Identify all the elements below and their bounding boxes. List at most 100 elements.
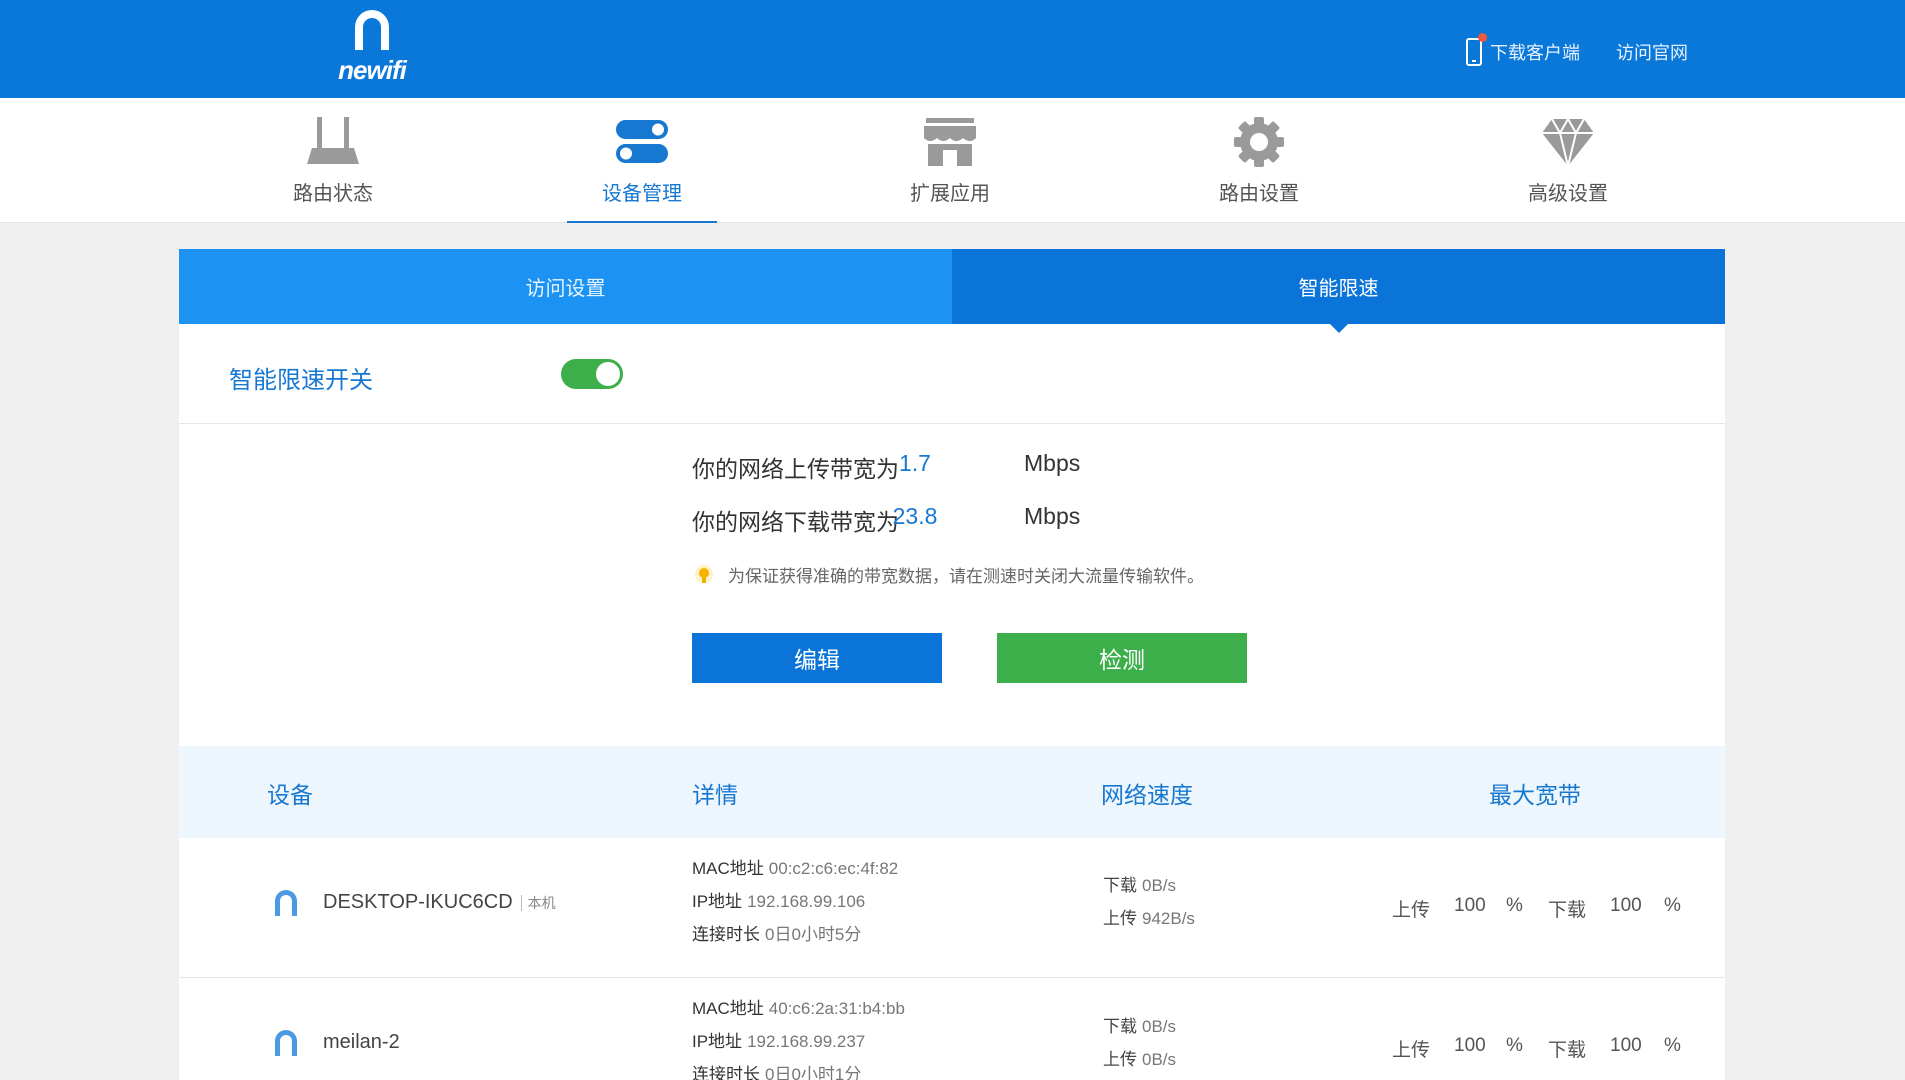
- limit-upload-value[interactable]: 100: [1454, 1035, 1506, 1062]
- download-bandwidth-unit: Mbps: [1024, 503, 1081, 529]
- column-header-details: 详情: [692, 782, 738, 808]
- upload-speed-line: 上传 942B/s: [1103, 902, 1195, 935]
- limit-download-percent: %: [1664, 1035, 1681, 1056]
- bandwidth-section: 你的网络上传带宽为 1.7 Mbps 你的网络下载带宽为 23.8 Mbps 为…: [179, 424, 1725, 746]
- download-bandwidth-value: 23.8: [892, 503, 938, 529]
- gear-icon: [1234, 117, 1284, 167]
- active-underline: [567, 221, 717, 223]
- limit-download-value[interactable]: 100: [1610, 1035, 1664, 1062]
- limit-upload-percent: %: [1506, 895, 1523, 916]
- logo-arch-icon: [355, 10, 389, 50]
- nav-router-settings[interactable]: 路由设置: [1184, 98, 1334, 223]
- nav-label: 路由设置: [1219, 183, 1299, 205]
- edit-button[interactable]: 编辑: [692, 633, 942, 683]
- download-speed-value: 0B/s: [1142, 1017, 1177, 1036]
- table-row: meilan-2 MAC地址 40:c6:2a:31:b4:bb IP地址 192.…: [179, 978, 1725, 1080]
- upload-speed-line: 上传 0B/s: [1103, 1043, 1176, 1076]
- ip-label: IP地址: [692, 892, 743, 911]
- mac-label: MAC地址: [692, 859, 764, 878]
- content-panel: 访问设置 智能限速 智能限速开关 你的网络上传带宽为 1.7 Mbps 你的网络…: [179, 249, 1725, 1080]
- ip-label: IP地址: [692, 1032, 743, 1051]
- tab-label: 智能限速: [1298, 278, 1379, 300]
- connect-time-value: 0日0小时5分: [765, 925, 862, 944]
- upload-speed-label: 上传: [1103, 1050, 1137, 1069]
- mac-value: 00:c2:c6:ec:4f:82: [768, 859, 899, 878]
- test-button[interactable]: 检测: [997, 633, 1247, 683]
- logo-text: newifi: [338, 55, 407, 85]
- nav-advanced-settings[interactable]: 高级设置: [1493, 98, 1643, 223]
- max-bandwidth-limits: 上传 100 % 下载 100 %: [1392, 1035, 1681, 1062]
- local-device-tag: 本机: [520, 895, 556, 911]
- smart-limit-switch-row: 智能限速开关: [179, 324, 1725, 424]
- smart-limit-switch-label: 智能限速开关: [229, 367, 373, 394]
- column-header-speed: 网络速度: [1101, 782, 1193, 808]
- connect-time-value: 0日0小时1分: [765, 1065, 862, 1080]
- diamond-icon: [1542, 116, 1594, 167]
- devices-toggle-icon: [616, 120, 668, 163]
- download-bandwidth-label: 你的网络下载带宽为: [692, 509, 899, 535]
- limit-upload-value[interactable]: 100: [1454, 895, 1506, 922]
- limit-download-label: 下载: [1548, 1040, 1587, 1061]
- table-row: DESKTOP-IKUC6CD 本机 MAC地址 00:c2:c6:ec:4f:82…: [179, 838, 1725, 978]
- download-speed-line: 下载 0B/s: [1103, 869, 1195, 902]
- nav-label: 设备管理: [602, 183, 682, 205]
- download-client-link[interactable]: 下载客户端: [1466, 33, 1580, 66]
- upload-bandwidth-label: 你的网络上传带宽为: [692, 456, 899, 482]
- smart-limit-toggle[interactable]: [561, 359, 623, 389]
- router-icon: [307, 117, 359, 164]
- network-speed: 下载 0B/s 上传 0B/s: [1103, 1010, 1176, 1076]
- limit-download-label: 下载: [1548, 900, 1587, 921]
- tab-label: 访问设置: [525, 278, 606, 300]
- connect-time-line: 连接时长 0日0小时1分: [692, 1058, 905, 1080]
- mac-line: MAC地址 00:c2:c6:ec:4f:82: [692, 852, 898, 885]
- column-header-device: 设备: [267, 782, 313, 808]
- upload-speed-value: 0B/s: [1142, 1050, 1177, 1069]
- tab-access-settings[interactable]: 访问设置: [179, 249, 952, 324]
- connect-time-line: 连接时长 0日0小时5分: [692, 918, 898, 951]
- nav-label: 路由状态: [293, 183, 373, 205]
- connect-time-label: 连接时长: [692, 925, 760, 944]
- ip-line: IP地址 192.168.99.106: [692, 885, 898, 918]
- tab-smart-limit[interactable]: 智能限速: [952, 249, 1725, 333]
- upload-bandwidth-line: 你的网络上传带宽为 1.7 Mbps: [692, 450, 1292, 484]
- nav-extensions[interactable]: 扩展应用: [875, 98, 1025, 223]
- upload-speed-value: 942B/s: [1142, 909, 1195, 928]
- nav-router-status[interactable]: 路由状态: [258, 98, 408, 223]
- ip-value: 192.168.99.106: [747, 892, 866, 911]
- newifi-logo[interactable]: newifi: [333, 8, 411, 88]
- main-nav: 路由状态 设备管理 扩展应用 路由设置 高级设置: [0, 98, 1905, 223]
- connect-time-label: 连接时长: [692, 1065, 760, 1080]
- download-speed-label: 下载: [1103, 1017, 1137, 1036]
- sub-tabs: 访问设置 智能限速: [179, 249, 1725, 333]
- download-speed-label: 下载: [1103, 876, 1137, 895]
- lightbulb-icon: [695, 564, 713, 583]
- limit-download-value[interactable]: 100: [1610, 895, 1664, 922]
- store-icon: [924, 118, 976, 166]
- ip-value: 192.168.99.237: [747, 1032, 866, 1051]
- device-icon: [275, 1030, 297, 1056]
- nav-device-management[interactable]: 设备管理: [567, 98, 717, 223]
- limit-upload-label: 上传: [1392, 900, 1431, 921]
- max-bandwidth-limits: 上传 100 % 下载 100 %: [1392, 895, 1681, 922]
- download-client-label: 下载客户端: [1490, 43, 1580, 63]
- upload-speed-label: 上传: [1103, 909, 1137, 928]
- device-name-line: DESKTOP-IKUC6CD 本机: [323, 891, 556, 914]
- download-speed-line: 下载 0B/s: [1103, 1010, 1176, 1043]
- bandwidth-tip-text: 为保证获得准确的带宽数据，请在测速时关闭大流量传输软件。: [728, 567, 1204, 586]
- upload-bandwidth-unit: Mbps: [1024, 450, 1081, 476]
- nav-label: 高级设置: [1528, 183, 1608, 205]
- device-table-header: 设备 详情 网络速度 最大宽带: [179, 746, 1725, 838]
- top-links: 下载客户端 访问官网: [1466, 33, 1688, 66]
- device-name: DESKTOP-IKUC6CD: [323, 891, 513, 913]
- ip-line: IP地址 192.168.99.237: [692, 1025, 905, 1058]
- network-speed: 下载 0B/s 上传 942B/s: [1103, 869, 1195, 935]
- device-details: MAC地址 00:c2:c6:ec:4f:82 IP地址 192.168.99.10…: [692, 852, 898, 951]
- bandwidth-tip: 为保证获得准确的带宽数据，请在测速时关闭大流量传输软件。: [692, 562, 1204, 587]
- mac-label: MAC地址: [692, 999, 764, 1018]
- top-bar: newifi 下载客户端 访问官网: [0, 0, 1905, 98]
- mac-value: 40:c6:2a:31:b4:bb: [768, 999, 905, 1018]
- visit-site-label: 访问官网: [1616, 43, 1688, 63]
- visit-site-link[interactable]: 访问官网: [1616, 39, 1688, 65]
- mac-line: MAC地址 40:c6:2a:31:b4:bb: [692, 992, 905, 1025]
- limit-upload-label: 上传: [1392, 1040, 1431, 1061]
